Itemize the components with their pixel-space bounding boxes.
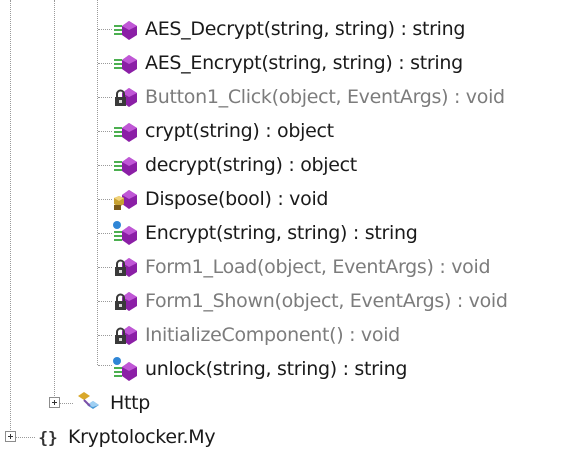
tree-item-button1-click[interactable]: Button1_Click(object, EventArgs) : void — [112, 80, 505, 114]
expand-namespace-button[interactable] — [5, 431, 16, 442]
tree-item-http[interactable]: Http — [73, 386, 150, 420]
expand-http-button[interactable] — [49, 397, 60, 408]
tree-item-aes-encrypt[interactable]: AES_Encrypt(string, string) : string — [112, 46, 463, 80]
method-label: unlock(string, string) : string — [145, 358, 408, 380]
private-method-icon — [115, 88, 137, 107]
method-label: InitializeComponent() : void — [145, 324, 400, 346]
tree-guide-line — [10, 0, 11, 432]
public-method-icon — [114, 123, 137, 142]
namespace-label: Kryptolocker.My — [68, 426, 216, 448]
method-label: AES_Decrypt(string, string) : string — [145, 18, 466, 40]
class-label: Http — [110, 392, 151, 414]
method-label: Dispose(bool) : void — [145, 188, 329, 210]
public-method-icon — [114, 21, 137, 40]
namespace-icon: {} — [38, 427, 58, 447]
method-label: crypt(string) : object — [145, 120, 334, 142]
method-label: Form1_Shown(object, EventArgs) : void — [145, 290, 508, 312]
tree-guide-line — [54, 0, 55, 398]
tree-item-initialize-component[interactable]: InitializeComponent() : void — [112, 318, 400, 352]
tree-item-dispose[interactable]: Dispose(bool) : void — [112, 182, 328, 216]
tree-guide-line — [97, 0, 98, 365]
method-label: AES_Encrypt(string, string) : string — [145, 52, 463, 74]
private-method-icon — [115, 292, 137, 311]
tree-item-unlock[interactable]: unlock(string, string) : string — [112, 352, 407, 386]
private-method-icon — [115, 326, 137, 345]
tree-item-form1-load[interactable]: Form1_Load(object, EventArgs) : void — [112, 250, 491, 284]
method-label: Encrypt(string, string) : string — [145, 222, 418, 244]
protected-override-method-icon — [114, 190, 137, 210]
method-label: decrypt(string) : object — [145, 154, 357, 176]
method-label: Button1_Click(object, EventArgs) : void — [145, 86, 505, 108]
public-static-method-icon — [113, 357, 137, 381]
tree-item-aes-decrypt[interactable]: AES_Decrypt(string, string) : string — [112, 12, 465, 46]
method-label: Form1_Load(object, EventArgs) : void — [145, 256, 491, 278]
solution-tree-view: AES_Decrypt(string, string) : string AES… — [0, 0, 580, 449]
tree-item-decrypt[interactable]: decrypt(string) : object — [112, 148, 357, 182]
class-icon — [78, 392, 99, 409]
public-method-icon — [114, 55, 137, 74]
tree-item-form1-shown[interactable]: Form1_Shown(object, EventArgs) : void — [112, 284, 508, 318]
tree-item-encrypt[interactable]: Encrypt(string, string) : string — [112, 216, 418, 250]
public-static-method-icon — [113, 221, 137, 245]
public-method-icon — [114, 157, 137, 176]
tree-item-crypt[interactable]: crypt(string) : object — [112, 114, 334, 148]
private-method-icon — [115, 258, 137, 277]
